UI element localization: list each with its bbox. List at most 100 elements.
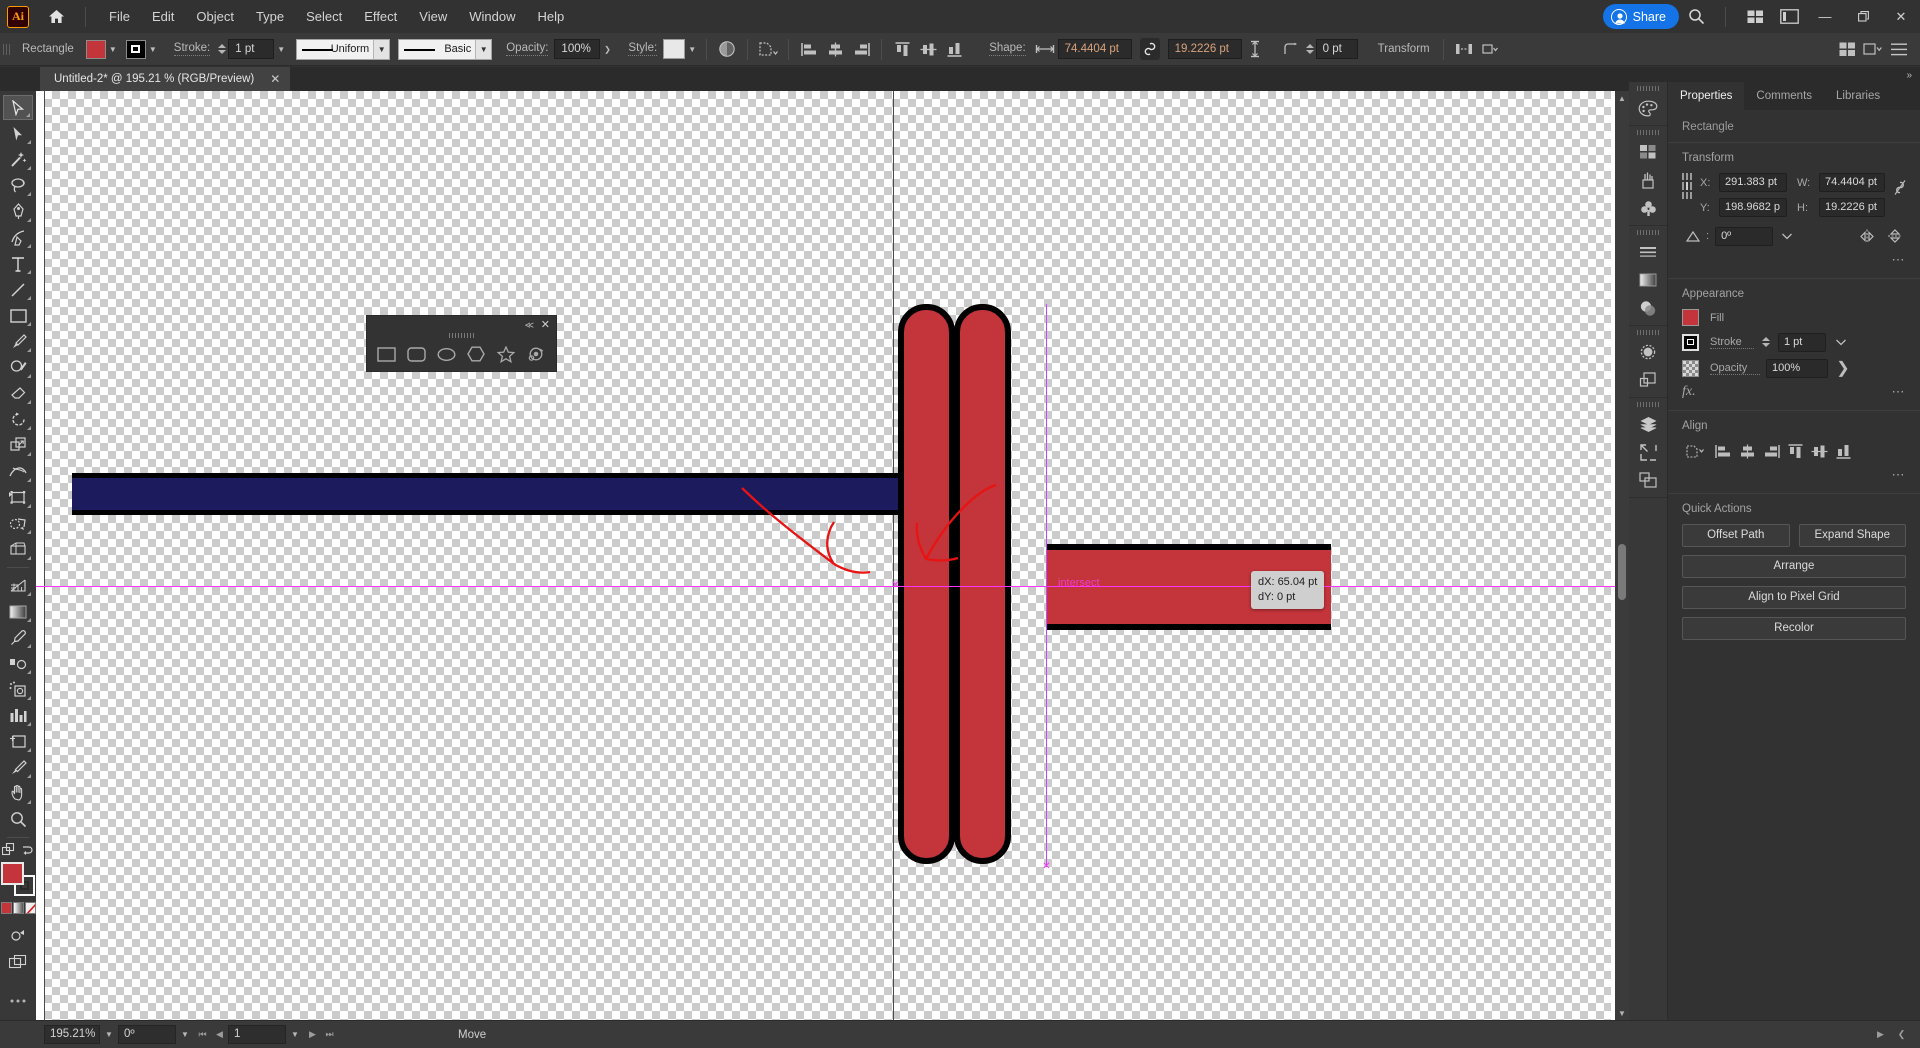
edit-toolbar-icon[interactable] xyxy=(3,988,33,1013)
flip-vertical-icon[interactable] xyxy=(1884,226,1906,246)
restore-button[interactable] xyxy=(1844,0,1882,33)
brush-definition-combo[interactable]: Basic ▼ xyxy=(398,39,492,60)
arrange-button[interactable]: Arrange xyxy=(1682,555,1906,578)
tab-libraries[interactable]: Libraries xyxy=(1824,82,1892,110)
pen-tool[interactable] xyxy=(3,199,33,224)
share-button[interactable]: Share xyxy=(1603,4,1679,29)
close-panel-icon[interactable]: ✕ xyxy=(541,318,550,331)
artboard-number-input[interactable]: 1 xyxy=(228,1025,286,1044)
align-bottom-icon[interactable] xyxy=(941,36,967,62)
transform-shape-icon[interactable] xyxy=(755,36,781,62)
next-artboard-icon[interactable]: ▶ xyxy=(304,1025,321,1044)
column-graph-tool[interactable] xyxy=(3,703,33,728)
more-options-icon[interactable] xyxy=(1477,36,1503,62)
align-horizontal-center-icon[interactable] xyxy=(822,36,848,62)
recolor-artwork-icon[interactable] xyxy=(714,36,740,62)
offset-path-button[interactable]: Offset Path xyxy=(1682,524,1790,547)
vertical-scroll-thumb[interactable] xyxy=(1618,544,1626,600)
stroke-color-swatch[interactable] xyxy=(1682,334,1699,351)
gradient-button[interactable] xyxy=(13,902,24,914)
align-vertical-center-icon[interactable] xyxy=(915,36,941,62)
paintbrush-tool[interactable] xyxy=(3,329,33,354)
corner-type-icon[interactable] xyxy=(1278,36,1304,62)
star-tool[interactable] xyxy=(494,342,519,367)
rotation-dropdown[interactable]: ▼ xyxy=(176,1025,194,1044)
opacity-label[interactable]: Opacity: xyxy=(506,42,548,56)
first-artboard-icon[interactable]: ⏮ xyxy=(194,1025,211,1044)
artboards-panel-icon[interactable] xyxy=(1633,466,1663,494)
menu-help[interactable]: Help xyxy=(526,0,575,33)
previous-icon[interactable]: ❮ xyxy=(1893,1025,1910,1044)
slice-tool[interactable] xyxy=(3,755,33,780)
rail-grip[interactable] xyxy=(1637,130,1659,135)
arrange-icon[interactable] xyxy=(1834,36,1860,62)
rotation-angle-dropdown[interactable] xyxy=(1779,226,1795,246)
scale-tool[interactable] xyxy=(3,433,33,458)
canvas-vertical-scrollbar[interactable]: ▲ ▼ xyxy=(1615,91,1629,1020)
color-button[interactable] xyxy=(1,902,12,914)
shapes-tool-flyout-panel[interactable]: ≪ ✕ xyxy=(366,315,557,372)
selection-tool[interactable] xyxy=(3,95,33,120)
expand-panels-icon[interactable]: » xyxy=(1906,70,1912,81)
zoom-level-input[interactable]: 195.21% xyxy=(44,1025,100,1044)
flare-tool[interactable] xyxy=(524,342,549,367)
fill-stroke-indicator[interactable] xyxy=(1,862,35,896)
opacity-options-icon[interactable]: ❯ xyxy=(1834,358,1852,378)
menu-object[interactable]: Object xyxy=(185,0,245,33)
shape-width-input[interactable]: 74.4404 pt xyxy=(1058,39,1132,59)
menu-file[interactable]: File xyxy=(98,0,141,33)
document-tab[interactable]: Untitled-2* @ 195.21 % (RGB/Preview) ✕ xyxy=(40,67,290,91)
control-bar-grip[interactable] xyxy=(3,39,12,60)
status-text[interactable]: Move xyxy=(458,1029,486,1041)
symbol-sprayer-tool[interactable] xyxy=(3,677,33,702)
height-input[interactable]: 19.2226 pt xyxy=(1819,198,1885,217)
opacity-label[interactable]: Opacity xyxy=(1710,362,1760,375)
link-width-height-icon[interactable] xyxy=(1140,38,1160,60)
menu-view[interactable]: View xyxy=(408,0,458,33)
rotate-tool[interactable] xyxy=(3,407,33,432)
flip-horizontal-icon[interactable] xyxy=(1856,226,1878,246)
eyedropper-tool[interactable] xyxy=(3,625,33,650)
close-tab-icon[interactable]: ✕ xyxy=(270,72,280,86)
transform-more-options-icon[interactable]: ⋯ xyxy=(1682,252,1906,268)
align-top-icon[interactable] xyxy=(889,36,915,62)
menu-type[interactable]: Type xyxy=(245,0,295,33)
scroll-down-arrow-icon[interactable]: ▼ xyxy=(1615,1006,1629,1020)
stroke-weight-label[interactable]: Stroke: xyxy=(174,42,210,56)
rail-grip[interactable] xyxy=(1637,86,1659,91)
reference-point-grid[interactable] xyxy=(1682,173,1692,199)
rail-grip[interactable] xyxy=(1637,402,1659,407)
align-right-icon[interactable] xyxy=(848,36,874,62)
opacity-options-arrow[interactable]: ❯ xyxy=(600,40,614,59)
corner-radius-input[interactable]: 0 pt xyxy=(1316,39,1358,59)
swatches-panel-icon[interactable] xyxy=(1633,138,1663,166)
stroke-color-swatch[interactable] xyxy=(126,40,146,59)
home-icon[interactable] xyxy=(39,4,73,30)
mesh-tool[interactable] xyxy=(3,573,33,598)
drawing-mode-icon[interactable] xyxy=(3,923,33,948)
expand-shape-button[interactable]: Expand Shape xyxy=(1799,524,1907,547)
stroke-color-dropdown[interactable]: ▼ xyxy=(146,40,160,59)
menu-select[interactable]: Select xyxy=(295,0,353,33)
menu-edit[interactable]: Edit xyxy=(141,0,185,33)
align-left-icon[interactable] xyxy=(796,36,822,62)
distribute-spacing-icon[interactable] xyxy=(1451,36,1477,62)
rectangle-tool[interactable] xyxy=(374,342,399,367)
graphic-style-dropdown[interactable]: ▼ xyxy=(685,40,699,59)
default-fill-stroke-icon[interactable] xyxy=(20,843,35,858)
transform-button[interactable]: Transform xyxy=(1378,43,1430,55)
workspace-switcher-icon[interactable] xyxy=(1772,0,1806,33)
tab-properties[interactable]: Properties xyxy=(1668,82,1744,110)
fill-color-swatch[interactable] xyxy=(86,40,106,59)
blend-tool[interactable] xyxy=(3,651,33,676)
magic-wand-tool[interactable] xyxy=(3,147,33,172)
line-segment-tool[interactable] xyxy=(3,277,33,302)
hand-tool[interactable] xyxy=(3,781,33,806)
shape-builder-tool[interactable] xyxy=(3,511,33,536)
align-vertical-center-icon[interactable] xyxy=(1808,441,1830,461)
shape-label[interactable]: Shape: xyxy=(989,42,1025,56)
transparency-panel-icon[interactable] xyxy=(1633,294,1663,322)
stroke-weight-input[interactable]: 1 pt xyxy=(1778,333,1826,352)
eraser-tool[interactable] xyxy=(3,381,33,406)
style-label[interactable]: Style: xyxy=(628,42,657,56)
